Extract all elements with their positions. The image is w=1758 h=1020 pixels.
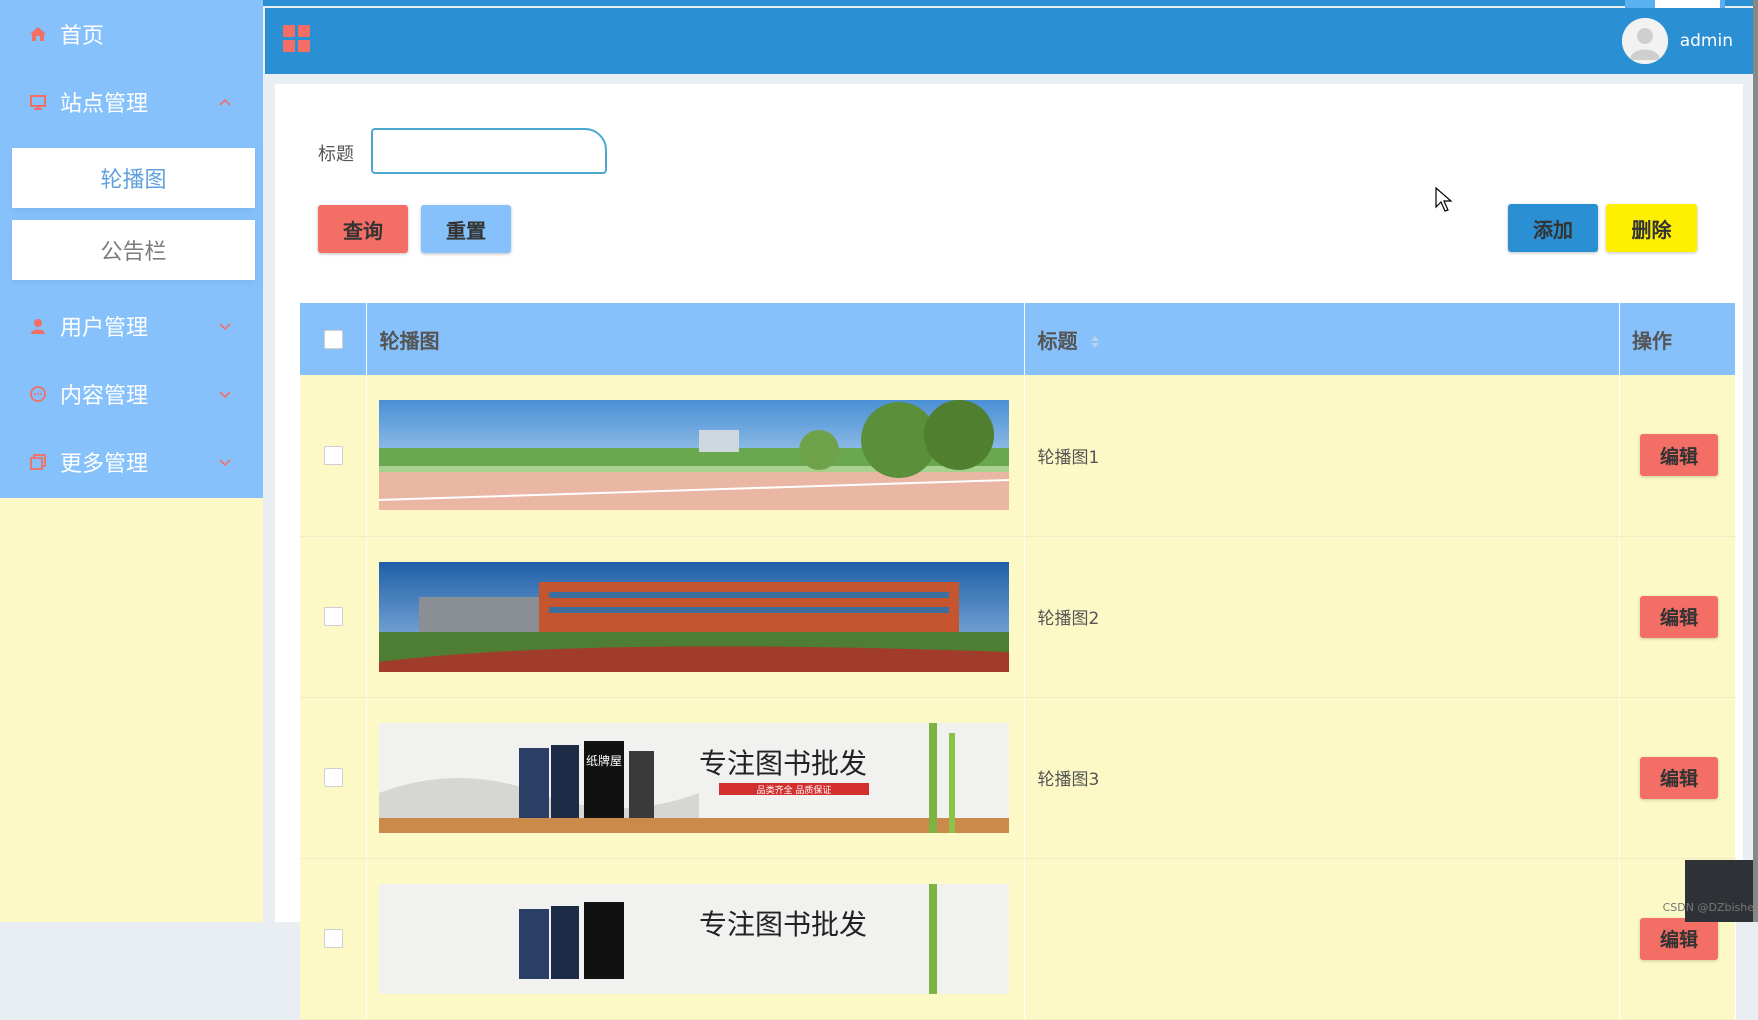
sidebar-item-label: 用户管理 bbox=[60, 316, 149, 341]
top-strip bbox=[0, 0, 1758, 6]
title-search-label: 标题 bbox=[318, 144, 354, 165]
row-actions-cell: 编辑 bbox=[1619, 536, 1737, 698]
row-title-cell: 轮播图3 bbox=[1024, 697, 1620, 859]
carousel-image-3[interactable]: 专注图书批发 品类齐全 品质保证 纸牌屋 bbox=[379, 722, 1010, 833]
banner-sub-text: 品类齐全 品质保证 bbox=[757, 784, 832, 796]
column-header-actions: 操作 bbox=[1619, 303, 1737, 375]
scrollbar[interactable] bbox=[1753, 0, 1758, 922]
sidebar-item-home[interactable]: 首页 bbox=[0, 0, 263, 68]
row-checkbox[interactable] bbox=[323, 929, 343, 948]
sidebar-menu: 首页 站点管理 bbox=[0, 0, 263, 136]
table-row: 专注图书批发 编辑 bbox=[300, 858, 1737, 1020]
mouse-cursor-icon bbox=[1435, 187, 1453, 212]
sort-icon[interactable] bbox=[1090, 335, 1100, 349]
row-actions-cell: 编辑 bbox=[1619, 375, 1737, 537]
submenu-item-carousel[interactable]: 轮播图 bbox=[12, 148, 255, 208]
row-image-cell: 专注图书批发 bbox=[366, 858, 1026, 1020]
carousel-image-4[interactable]: 专注图书批发 bbox=[379, 883, 1010, 994]
row-image-cell: 专注图书批发 品类齐全 品质保证 纸牌屋 bbox=[366, 697, 1026, 859]
row-image-cell bbox=[366, 375, 1026, 537]
home-icon bbox=[28, 24, 48, 44]
carousel-table: 轮播图 标题 操作 轮播图1 编辑 轮播图2 编辑 专注图书批发 品类齐全 品质… bbox=[300, 303, 1737, 1020]
chevron-down-icon bbox=[219, 323, 231, 331]
row-select-cell bbox=[300, 858, 368, 1020]
row-select-cell bbox=[300, 375, 368, 537]
row-select-cell bbox=[300, 697, 368, 859]
chat-icon bbox=[28, 384, 48, 404]
table-row: 专注图书批发 品类齐全 品质保证 纸牌屋 轮播图3 编辑 bbox=[300, 697, 1737, 859]
select-all-checkbox[interactable] bbox=[323, 329, 343, 349]
sidebar-item-label: 内容管理 bbox=[60, 384, 149, 409]
chevron-down-icon bbox=[219, 391, 231, 399]
sidebar-item-more-management[interactable]: 更多管理 bbox=[0, 428, 263, 496]
edit-button[interactable]: 编辑 bbox=[1639, 917, 1718, 960]
submenu-item-notice[interactable]: 公告栏 bbox=[12, 220, 255, 280]
column-header-title[interactable]: 标题 bbox=[1024, 303, 1620, 375]
banner-main-text: 专注图书批发 bbox=[699, 747, 867, 780]
query-button[interactable]: 查询 bbox=[318, 205, 408, 253]
chevron-up-icon bbox=[219, 98, 231, 106]
row-actions-cell: 编辑 bbox=[1619, 697, 1737, 859]
top-header: admin bbox=[265, 8, 1753, 74]
banner-main-text: 专注图书批发 bbox=[699, 908, 867, 941]
reset-button[interactable]: 重置 bbox=[421, 205, 511, 253]
sidebar-item-content-management[interactable]: 内容管理 bbox=[0, 360, 263, 428]
sidebar-item-user-management[interactable]: 用户管理 bbox=[0, 292, 263, 360]
delete-button[interactable]: 删除 bbox=[1606, 204, 1697, 252]
edit-button[interactable]: 编辑 bbox=[1639, 595, 1718, 638]
site-submenu: 轮播图 公告栏 bbox=[0, 136, 263, 292]
user-icon bbox=[28, 316, 48, 336]
select-all-cell bbox=[300, 303, 368, 375]
add-button[interactable]: 添加 bbox=[1508, 204, 1598, 252]
title-search-input[interactable] bbox=[371, 128, 607, 174]
row-title-cell: 轮播图2 bbox=[1024, 536, 1620, 698]
column-header-image: 轮播图 bbox=[366, 303, 1026, 375]
edit-button[interactable]: 编辑 bbox=[1639, 434, 1718, 477]
column-header-title-label: 标题 bbox=[1037, 328, 1078, 353]
row-select-cell bbox=[300, 536, 368, 698]
sidebar-item-label: 首页 bbox=[60, 24, 105, 49]
chevron-down-icon bbox=[219, 459, 231, 467]
table-header-row: 轮播图 标题 操作 bbox=[300, 303, 1737, 375]
row-checkbox[interactable] bbox=[323, 607, 343, 626]
sidebar-item-site-management[interactable]: 站点管理 bbox=[0, 68, 263, 136]
copy-icon bbox=[28, 452, 48, 472]
main-content: 标题 查询 重置 添加 删除 轮播图 标题 操作 轮播图1 编辑 轮播图2 编辑… bbox=[275, 84, 1743, 1020]
row-title-cell: 轮播图1 bbox=[1024, 375, 1620, 537]
avatar[interactable] bbox=[1622, 18, 1668, 64]
row-checkbox[interactable] bbox=[323, 445, 343, 465]
edit-button[interactable]: 编辑 bbox=[1639, 756, 1718, 799]
sidebar-item-label: 更多管理 bbox=[60, 452, 149, 477]
row-image-cell bbox=[366, 536, 1026, 698]
user-avatar-icon bbox=[1622, 18, 1668, 64]
watermark: CSDN @DZbishe bbox=[1662, 901, 1754, 914]
sidebar: 首页 站点管理 轮播图 公告栏 用户管理 内容管理 更多管理 bbox=[0, 0, 263, 922]
sidebar-item-label: 站点管理 bbox=[60, 92, 149, 117]
carousel-image-2[interactable] bbox=[379, 561, 1010, 672]
username[interactable]: admin bbox=[1680, 31, 1733, 51]
table-row: 轮播图2 编辑 bbox=[300, 536, 1737, 698]
carousel-image-1[interactable] bbox=[379, 400, 1010, 511]
row-checkbox[interactable] bbox=[323, 768, 343, 787]
sidebar-menu-more: 用户管理 内容管理 更多管理 bbox=[0, 292, 263, 498]
monitor-icon bbox=[28, 92, 48, 112]
row-title-cell bbox=[1024, 858, 1620, 1020]
banner-brand-text: 纸牌屋 bbox=[586, 754, 622, 768]
table-row: 轮播图1 编辑 bbox=[300, 375, 1737, 537]
grid-menu-icon[interactable] bbox=[283, 25, 311, 53]
